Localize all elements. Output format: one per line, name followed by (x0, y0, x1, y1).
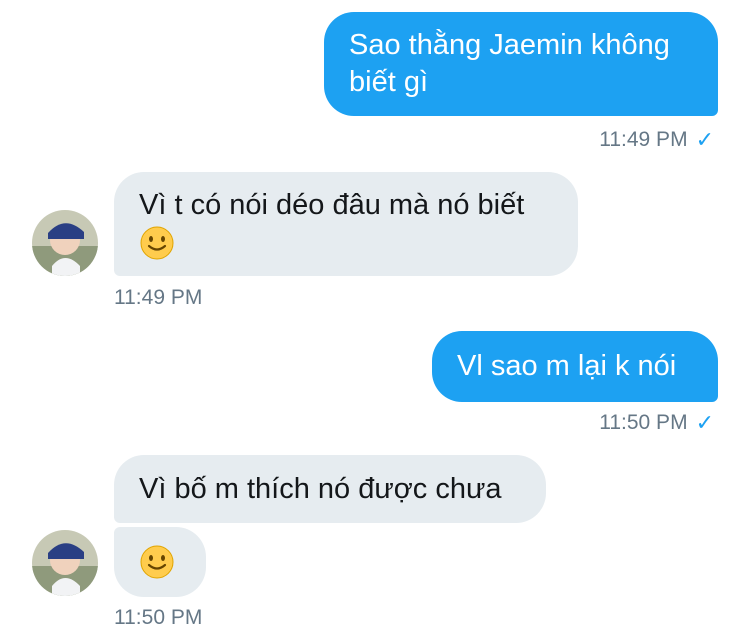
message-bubble-incoming[interactable]: Vì t có nói déo đâu mà nó biết (114, 172, 578, 276)
message-meta: 11:49 PM ✓ (599, 127, 714, 153)
message-timestamp: 11:50 PM (114, 606, 203, 629)
avatar[interactable] (32, 530, 98, 596)
message-timestamp: 11:49 PM (114, 286, 203, 309)
message-bubble-outgoing[interactable]: Vl sao m lại k nói (432, 331, 718, 402)
message-text: Vl sao m lại k nói (457, 350, 677, 382)
message-meta: 11:50 PM (114, 606, 202, 630)
checkmark-icon: ✓ (695, 410, 714, 435)
message-text: Vì t có nói déo đâu mà nó biết (139, 187, 524, 261)
message-bubble-incoming[interactable]: Vì bố m thích nó được chưa (114, 455, 546, 523)
message-bubble-outgoing[interactable]: Sao thằng Jaemin không biết gì (324, 12, 718, 116)
message-meta: 11:50 PM ✓ (599, 410, 714, 436)
slightly-smiling-face-emoji (139, 544, 175, 580)
slightly-smiling-face-emoji (139, 225, 175, 261)
checkmark-icon: ✓ (695, 127, 714, 152)
message-bubble-incoming[interactable] (114, 527, 206, 597)
message-text: Sao thằng Jaemin không biết gì (349, 29, 670, 98)
avatar[interactable] (32, 210, 98, 276)
message-timestamp: 11:50 PM (599, 411, 688, 434)
message-timestamp: 11:49 PM (599, 128, 688, 151)
message-meta: 11:49 PM (114, 286, 202, 310)
message-text: Vì bố m thích nó được chưa (139, 472, 502, 505)
